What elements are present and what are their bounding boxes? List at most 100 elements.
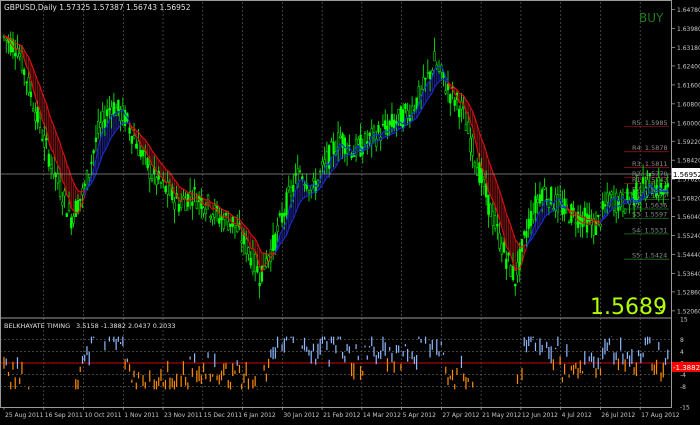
candle-body [568,222,570,223]
time-tick-label: 10 Oct 2011 [85,412,122,419]
price-tick-label: 1.52060 [677,308,700,315]
candle-body [597,215,599,216]
ma-fast-segment [235,224,237,225]
candle-body [402,110,404,128]
candle-body [34,112,36,121]
indicator-tick-label: 8 [680,337,684,344]
candle-body [75,201,77,216]
candle-body [286,193,288,215]
candle-body [521,239,523,251]
candle-body [602,201,604,209]
candle-body [111,107,113,115]
candle-body [236,225,238,231]
candle-body [135,144,137,148]
price-tick-label: 1.60000 [677,120,700,127]
candle-body [174,202,176,209]
candle-body [88,175,90,178]
candle-body [642,178,644,184]
candle-body [530,211,532,226]
candle-body [615,193,617,212]
big-price-suffix: 9 [658,304,665,317]
price-tick-label: 1.58420 [677,158,700,165]
candle-body [575,223,577,224]
candle-body [593,218,595,235]
candle-body [413,110,415,111]
candle-body [212,214,214,219]
indicator-tick-label: -8 [680,384,686,391]
candle-body [48,154,50,167]
candle-body [333,142,335,154]
candle-body [346,149,348,154]
pivot-label: R4: 1.5878 [632,144,668,152]
price-tick-label: 1.60800 [677,101,700,108]
candle-body [514,284,516,286]
candle-body [248,248,250,255]
candle-body [138,141,140,155]
ma-slow-segment [206,199,208,200]
candle-body [411,106,413,113]
indicator-tick-label: -15 [680,405,690,412]
candle-body [404,104,406,109]
candle-body [182,196,184,198]
candle-body [445,91,447,94]
time-tick-label: 17 Aug 2012 [641,412,680,419]
candle-body [425,78,427,79]
ma-slow-segment [639,201,641,202]
candle-body [230,224,232,227]
pivot-label: S2: 1.5636 [632,202,667,210]
time-tick-label: 1 Nov 2011 [124,412,159,419]
candle-body [19,54,21,57]
price-tick-label: 1.64780 [677,7,700,14]
candle-body [528,219,530,228]
indicator-value-tag: -1.3882 [673,364,700,372]
candle-body [73,216,75,223]
candle-body [360,135,362,156]
candle-body [600,224,602,226]
candle-body [344,138,346,154]
time-tick-label: 12 Jun 2012 [522,412,558,419]
candle-body [653,193,655,198]
candle-body [46,138,48,140]
candle-body [315,181,317,193]
candle-body [115,108,117,116]
candle-body [14,53,16,56]
price-tick-label: 1.54440 [677,252,700,259]
candle-body [32,109,34,111]
candle-body [389,121,391,125]
time-tick-label: 5 Apr 2012 [403,412,436,419]
ma-fast-segment [143,148,145,149]
candle-body [492,211,494,225]
big-price-display: 1.5689 [590,295,667,320]
candle-body [241,241,243,243]
candle-body [149,165,151,179]
candle-body [635,183,637,202]
candle-body [348,145,350,146]
candle-body [487,195,489,214]
candle-body [52,158,54,174]
time-tick-label: 6 Jan 2012 [244,412,276,419]
time-tick-label: 15 Dec 2011 [204,412,243,419]
candle-body [281,213,283,222]
candle-body [68,204,70,211]
candle-body [209,216,211,217]
price-tick-label: 1.55240 [677,233,700,240]
indicator-values: 3.5158 -1.3882 2.0437 0.2033 [76,322,176,330]
price-tick-label: 1.56040 [677,214,700,221]
chart-window: R5: 1.5985R4: 1.5878R3: 1.5811R2: 1.5770… [0,0,700,421]
ma-slow-segment [520,246,522,247]
candle-body [57,173,59,183]
ma-slow-segment [625,203,627,204]
candle-body [84,184,86,186]
candle-body [508,253,510,255]
ma-slow-segment [224,210,226,211]
indicator-tick-label: -4 [680,372,686,379]
candle-body [544,187,546,190]
candle-body [169,185,171,195]
ma-fast-segment [612,199,614,200]
time-tick-label: 4 Jul 2012 [562,412,592,419]
candle-body [218,218,220,223]
time-tick-label: 27 Apr 2012 [442,412,479,419]
candle-body [474,163,476,167]
candle-body [387,126,389,135]
candle-body [165,186,167,191]
